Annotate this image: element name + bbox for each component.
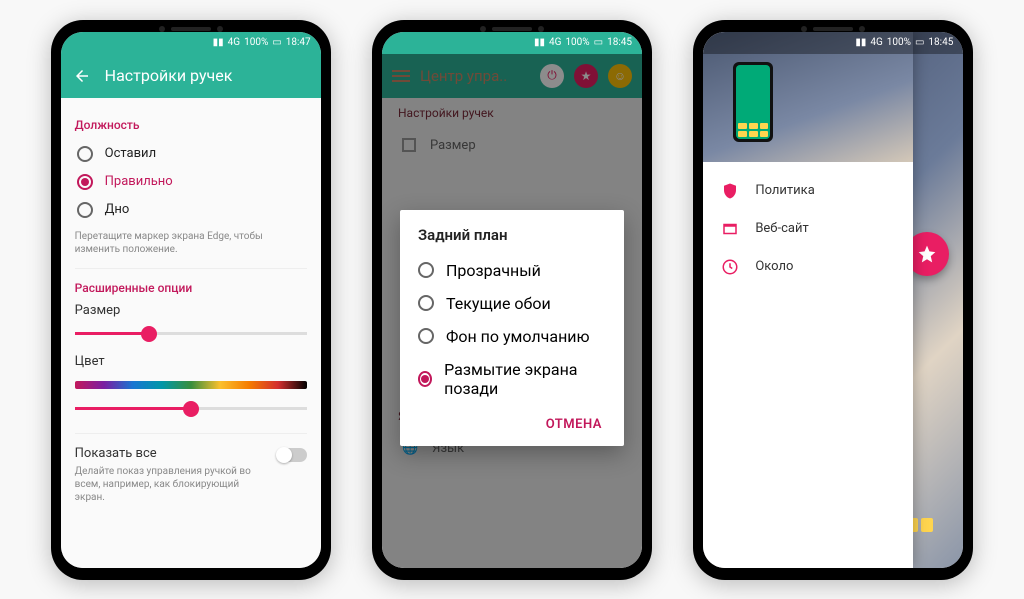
radio-icon [418,262,434,278]
drawer-item-label: Веб-сайт [755,221,808,236]
radio-label: Правильно [105,174,173,189]
divider [75,433,307,434]
radio-icon [418,371,432,387]
radio-label: Оставил [105,146,156,161]
signal-icon: ▮▮ [855,37,866,48]
clock-label: 18:45 [607,37,632,48]
section-position-heading: Должность [75,118,307,132]
drawer-item-label: Политика [755,183,814,198]
clock-icon [721,258,739,276]
status-bar: ▮▮ 4G 100% ▭ 18:45 [703,32,963,54]
show-all-hint: Делайте показ управления ручкой во всем,… [75,465,267,504]
color-slider[interactable] [75,397,307,421]
battery-label: 100% [887,37,911,48]
hue-preview [75,373,307,397]
nav-drawer: Политика Веб-сайт Около [703,32,913,568]
dialog-title: Задний план [418,226,606,244]
divider [75,268,307,269]
status-bar: ▮▮ 4G 100% ▭ 18:47 [61,32,321,54]
drawer-item-website[interactable]: Веб-сайт [703,210,913,248]
window-icon [721,220,739,238]
position-hint: Перетащите маркер экрана Edge, чтобы изм… [75,230,307,256]
radio-left[interactable]: Оставил [75,140,307,168]
shield-icon [721,182,739,200]
drawer-item-label: Около [755,259,793,274]
signal-icon: ▮▮ [213,37,224,48]
battery-icon: ▭ [594,37,603,48]
show-all-switch[interactable] [277,448,307,462]
signal-icon: ▮▮ [534,37,545,48]
phone-mock-2: Настройки ручек Размер ≡ Показать уведом… [372,20,652,580]
show-all-label: Показать все [75,446,267,461]
page-title: Настройки ручек [105,66,233,85]
radio-bottom[interactable]: Дно [75,196,307,224]
cancel-button[interactable]: ОТМЕНА [542,411,606,438]
option-wallpaper[interactable]: Текущие обои [418,287,606,320]
drawer-item-policy[interactable]: Политика [703,172,913,210]
radio-icon [77,146,93,162]
option-blur-behind[interactable]: Размытие экрана позади [418,353,606,405]
radio-icon [77,174,93,190]
clock-label: 18:45 [928,37,953,48]
battery-label: 100% [244,37,268,48]
battery-icon: ▭ [915,37,924,48]
size-slider[interactable] [75,322,307,346]
background-dialog: Задний план Прозрачный Текущие обои Фон … [400,210,624,446]
network-label: 4G [228,37,240,48]
radio-icon [418,295,434,311]
battery-label: 100% [565,37,589,48]
option-transparent[interactable]: Прозрачный [418,254,606,287]
battery-icon: ▭ [272,37,281,48]
app-bar: Настройки ручек [61,54,321,98]
section-advanced-heading: Расширенные опции [75,281,307,295]
radio-icon [77,202,93,218]
radio-label: Дно [105,202,130,217]
option-default-bg[interactable]: Фон по умолчанию [418,320,606,353]
size-label: Размер [75,303,307,318]
clock-label: 18:47 [286,37,311,48]
radio-icon [418,328,434,344]
back-icon[interactable] [73,67,91,85]
phone-mock-3: ▮▮ 4G 100% ▭ 18:45 Политика Веб [693,20,973,580]
radio-right[interactable]: Правильно [75,168,307,196]
status-bar: ▮▮ 4G 100% ▭ 18:45 [382,32,642,54]
color-label: Цвет [75,354,307,369]
phone-mock-1: ▮▮ 4G 100% ▭ 18:47 Настройки ручек Должн… [51,20,331,580]
show-all-row[interactable]: Показать все Делайте показ управления ру… [75,446,307,504]
drawer-item-about[interactable]: Около [703,248,913,286]
